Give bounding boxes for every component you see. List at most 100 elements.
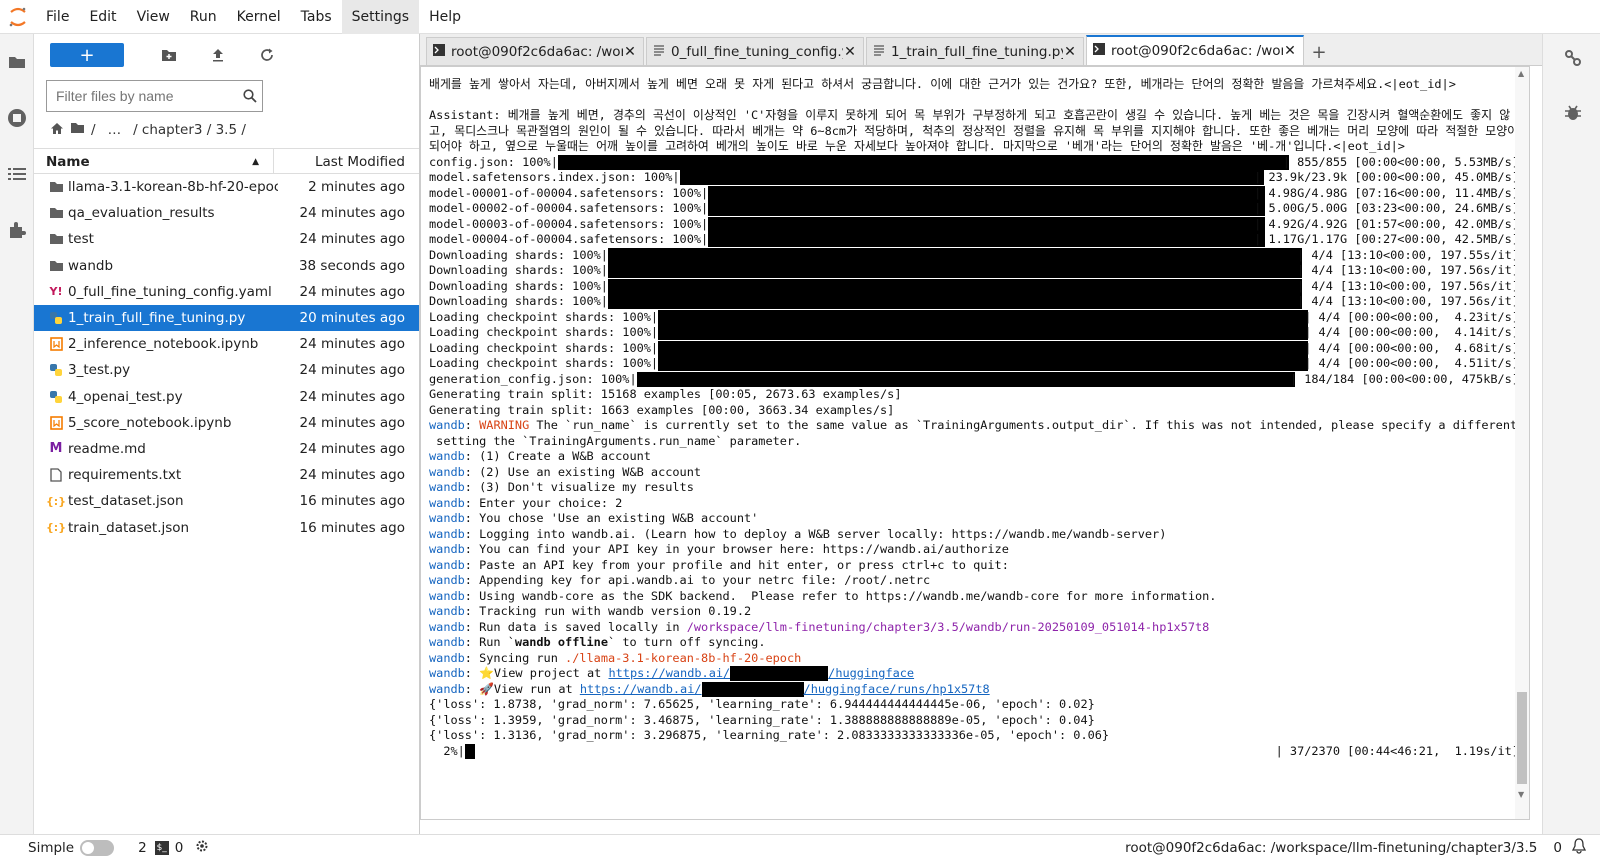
run-name: ./llama-3.1-korean-8b-hf-20-epoch [565,650,802,665]
file-row[interactable]: Y! 0_full_fine_tuning_config.yaml 24 minut… [34,279,419,305]
close-icon[interactable]: ✕ [1283,43,1297,59]
settings-gear-icon[interactable] [195,839,209,857]
wandb-prefix: wandb [429,635,465,649]
terminal-line: Loading checkpoint shards: 100%| | 4/4 [0… [429,356,1519,372]
scroll-thumb[interactable] [1517,692,1527,784]
property-inspector-icon[interactable] [1563,48,1583,72]
bell-icon[interactable] [1571,837,1587,858]
running-icon[interactable] [0,90,34,146]
file-row[interactable]: qa_evaluation_results 24 minutes ago [34,200,419,226]
menu-edit[interactable]: Edit [79,0,126,34]
menu-bar: File Edit View Run Kernel Tabs Settings … [0,0,1600,34]
tab-1[interactable]: 0_full_fine_tuning_config.yar✕ [646,37,864,65]
notification-count[interactable]: 0 [1553,840,1562,856]
column-modified-header[interactable]: Last Modified [274,149,419,173]
new-folder-icon[interactable] [144,43,193,67]
breadcrumb-root[interactable]: / [91,122,96,138]
breadcrumb-folder-icon[interactable] [70,122,85,138]
terminal-scrollbar[interactable]: ▲ ▼ [1515,67,1529,819]
file-row[interactable]: {:} test_dataset.json 16 minutes ago [34,488,419,514]
file-row[interactable]: 4_openai_test.py 24 minutes ago [34,384,419,410]
file-browser: + / … / chapter3 / 3.5 / Name ▲ Last [34,34,420,834]
menu-file[interactable]: File [36,0,79,34]
new-launcher-button[interactable]: + [50,43,124,67]
sort-ascending-icon: ▲ [252,157,259,167]
terminal-line: {'loss': 1.3959, 'grad_norm': 3.46875, '… [429,713,1519,729]
scroll-down-arrow[interactable]: ▼ [1518,790,1524,799]
training-percent: 2%| [429,743,465,758]
terminal-line: Generating train split: 1663 examples [0… [429,403,1519,419]
menu-kernel[interactable]: Kernel [227,0,291,34]
file-icon [653,44,665,60]
terminal-line: wandb: Syncing run ./llama-3.1-korean-8b… [429,651,1519,667]
terminal-line: Downloading shards: 100%| | 4/4 [13:10<00… [429,263,1519,279]
terminal-text: : You can find your API key in your brow… [464,542,1009,556]
close-icon[interactable]: ✕ [623,44,637,60]
file-row[interactable]: Mreadme.md 24 minutes ago [34,436,419,462]
terminal-panel[interactable]: 배게를 높게 쌓아서 자는데, 아버지께서 높게 베면 오래 못 자게 된다고 … [420,66,1530,820]
text-file-icon [34,468,68,482]
python-icon [34,311,68,325]
terminal-text: Generating train split: 1663 examples [0… [429,402,895,417]
file-modified: 24 minutes ago [299,205,405,222]
terminal-text: The `run_name` is currently set to the s… [529,418,1519,432]
terminal-text: : Paste an API key from your profile and… [464,557,1009,572]
progress-label: config.json: 100%| [429,154,558,169]
status-path: root@090f2c6da6ac: /workspace/llm-finetu… [1125,839,1538,856]
tab-bar: root@090f2c6da6ac: /works ✕ 0_full_fine_tu… [420,34,1542,66]
terminal-count[interactable]: 2 [138,840,147,856]
progress-bar [658,356,1309,371]
breadcrumb-ellipsis[interactable]: … [108,122,122,138]
column-name-header[interactable]: Name ▲ [34,149,274,173]
file-filter-field[interactable] [46,80,263,112]
kernel-count[interactable]: 0 [175,840,184,856]
file-row[interactable]: 2_inference_notebook.ipynb 24 minutes ago [34,331,419,357]
file-modified: 24 minutes ago [299,414,405,431]
menu-tabs[interactable]: Tabs [291,0,342,34]
close-icon[interactable]: ✕ [1063,44,1077,60]
refresh-icon[interactable] [242,43,291,67]
folder-icon[interactable] [0,34,34,90]
terminal-line: Loading checkpoint shards: 100%| | 4/4 [0… [429,340,1519,357]
file-row[interactable]: 3_test.py 24 minutes ago [34,357,419,383]
home-icon[interactable] [50,122,64,139]
file-row[interactable]: llama-3.1-korean-8b-hf-20-epoch 2 minutes… [34,174,419,200]
wandb-prefix: wandb [429,526,465,541]
terminal-text: : Syncing run [464,650,566,665]
file-row[interactable]: {:} train_dataset.json 16 minutes ago [34,514,419,540]
wandb-prefix: wandb [429,588,465,603]
menu-settings[interactable]: Settings [341,0,420,34]
file-name: train_dataset.json [68,519,190,536]
file-row[interactable]: 5_score_notebook.ipynb 24 minutes ago [34,410,419,436]
extensions-icon[interactable] [0,202,34,258]
breadcrumb-path[interactable]: / chapter3 / 3.5 / [133,122,246,138]
file-row[interactable]: requirements.txt 24 minutes ago [34,462,419,488]
table-of-contents-icon[interactable] [0,146,34,202]
terminal-line: wandb: Logging into wandb.ai. (Learn how… [429,527,1519,543]
progress-bar [636,371,1296,387]
add-tab-button[interactable]: + [1306,39,1332,65]
debugger-icon[interactable] [1564,104,1582,126]
terminal-line: wandb: (2) Use an existing W&B account [429,465,1519,481]
tab-3[interactable]: root@090f2c6da6ac: /works ✕ [1086,35,1304,65]
assistant-text: Assistant: 베개를 높게 베면, 경추의 곡선이 이상적인 'C'자형… [429,108,1519,153]
file-filter-input[interactable] [47,88,237,104]
file-row[interactable]: wandb 38 seconds ago [34,253,419,279]
terminal-text: : You chose 'Use an existing W&B account… [464,511,759,525]
menu-view[interactable]: View [127,0,180,34]
tab-2[interactable]: 1_train_full_fine_tuning.py ✕ [866,37,1084,65]
terminal-line: wandb: Run `wandb offline` to turn off s… [429,635,1519,651]
terminal-line: wandb: (1) Create a W&B account [429,449,1519,465]
file-row[interactable]: test 24 minutes ago [34,226,419,252]
terminal-line: wandb: ⭐View project at https://wandb.ai… [429,666,1519,682]
scroll-up-arrow[interactable]: ▲ [1518,69,1524,78]
menu-help[interactable]: Help [419,0,471,34]
file-name: 5_score_notebook.ipynb [68,414,232,431]
upload-icon[interactable] [193,43,242,67]
close-icon[interactable]: ✕ [843,44,857,60]
simple-mode-toggle[interactable] [80,839,115,856]
file-row[interactable]: 1_train_full_fine_tuning.py 20 minutes ag… [34,304,419,332]
tab-0[interactable]: root@090f2c6da6ac: /works ✕ [426,37,644,65]
wandb-prefix: wandb [429,418,465,432]
menu-run[interactable]: Run [180,0,227,34]
